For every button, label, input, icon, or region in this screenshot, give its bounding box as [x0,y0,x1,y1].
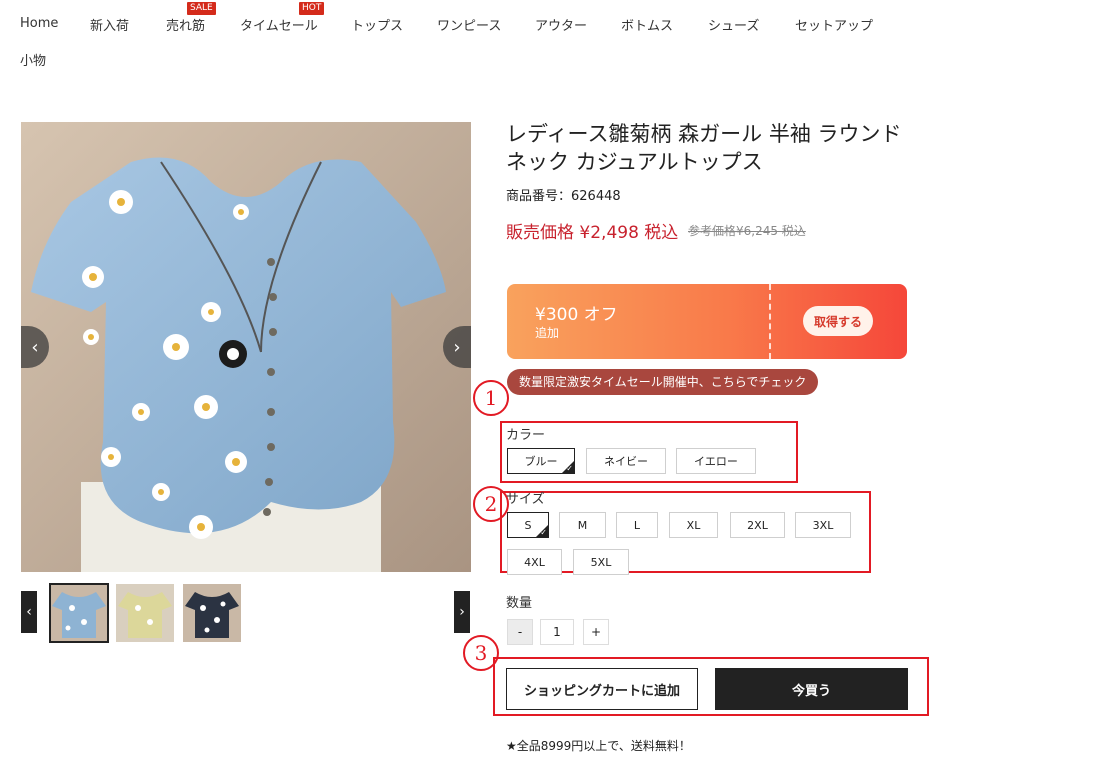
annotation-marker-1: 1 [473,380,509,416]
size-option-3xl[interactable]: 3XL [795,512,851,538]
sale-badge: SALE [187,2,216,15]
thumb-prev-button[interactable]: ‹ [21,591,37,633]
nav-item-bestsellers[interactable]: 売れ筋 [166,15,205,34]
size-option-4xl[interactable]: 4XL [507,549,562,575]
coupon-card: ¥300 オフ 追加 取得する [507,284,907,359]
color-option-yellow[interactable]: イエロー [676,448,756,474]
color-option-navy[interactable]: ネイビー [586,448,666,474]
check-icon: ✓ [540,528,547,537]
quantity-input[interactable]: 1 [540,619,574,645]
buy-now-button[interactable]: 今買う [715,668,908,710]
timesale-banner[interactable]: 数量限定激安タイムセール開催中、こちらでチェック [507,369,819,395]
nav-item-tops[interactable]: トップス [351,15,403,34]
product-sku: 商品番号：626448 [506,189,621,204]
nav-item-new-arrivals[interactable]: 新入荷 [90,15,129,34]
size-option-2xl[interactable]: 2XL [730,512,785,538]
nav-item-accessories[interactable]: 小物 [20,50,46,69]
quantity-label: 数量 [506,596,533,611]
size-option-s[interactable]: S ✓ [507,512,549,538]
product-title: レディース雛菊柄 森ガール 半袖 ラウンドネック カジュアルトップス [506,122,902,174]
reference-price: 参考価格¥6,245 税込 [688,224,806,238]
thumb-next-button[interactable]: › [454,591,470,633]
quantity-increase-button[interactable]: + [583,619,609,645]
nav-item-onepiece[interactable]: ワンピース [437,15,501,34]
nav-item-timesale[interactable]: タイムセール [240,15,318,34]
chevron-right-icon: › [453,336,461,358]
coupon-amount: ¥300 オフ [535,305,618,325]
size-option-5xl[interactable]: 5XL [573,549,629,575]
check-icon: ✓ [566,464,573,473]
hot-badge: HOT [299,2,325,15]
chevron-right-icon: › [459,604,465,620]
chevron-left-icon: ‹ [31,336,39,358]
add-to-cart-button[interactable]: ショッピングカートに追加 [506,668,698,710]
get-coupon-button[interactable]: 取得する [803,306,873,336]
color-option-blue[interactable]: ブルー ✓ [507,448,575,474]
nav-item-shoes[interactable]: シューズ [708,15,759,34]
nav-item-outer[interactable]: アウター [535,15,587,34]
product-main-image [21,122,471,572]
quantity-decrease-button[interactable]: - [507,619,533,645]
nav-item-home[interactable]: Home [20,16,58,31]
thumbnail-blue[interactable] [49,583,109,643]
thumbnail-yellow[interactable] [116,584,174,642]
nav-item-bottoms[interactable]: ボトムス [621,15,673,34]
free-shipping-note: ★全品8999円以上で、送料無料！ [506,739,691,753]
color-label: カラー [506,428,546,443]
sale-price: 販売価格 ¥2,498 税込 [506,223,679,243]
size-label: サイズ [506,492,545,507]
size-option-l[interactable]: L [616,512,658,538]
nav-item-setup[interactable]: セットアップ [795,15,873,34]
size-option-m[interactable]: M [559,512,606,538]
size-option-xl[interactable]: XL [669,512,718,538]
chevron-left-icon: ‹ [26,604,32,620]
thumbnail-navy[interactable] [183,584,241,642]
coupon-subtitle: 追加 [535,326,560,340]
coupon-divider [769,284,771,359]
